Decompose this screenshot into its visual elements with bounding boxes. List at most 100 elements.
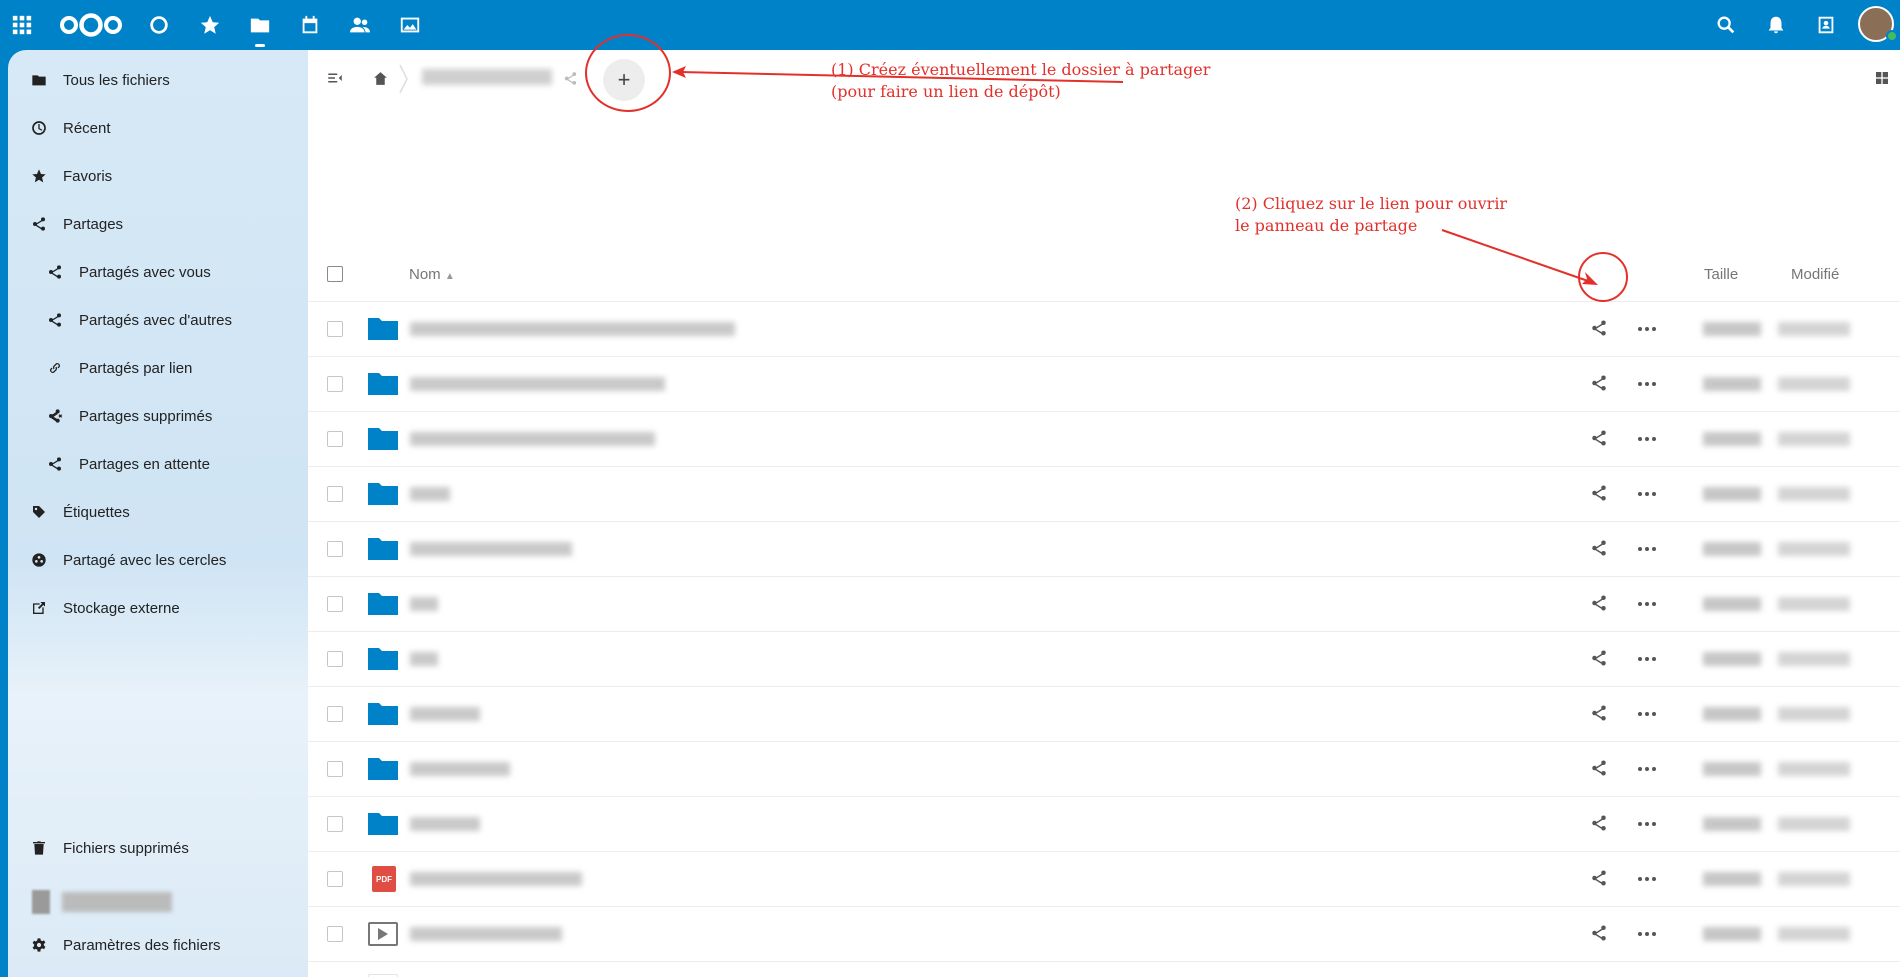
file-name-blurred[interactable] xyxy=(410,817,480,831)
calendar-icon[interactable] xyxy=(292,7,328,43)
share-icon[interactable] xyxy=(1590,539,1610,559)
file-name-blurred[interactable] xyxy=(410,652,438,666)
apps-menu-icon[interactable] xyxy=(4,7,40,43)
sidebar-item-shares[interactable]: Partages xyxy=(8,202,308,246)
more-actions-icon[interactable] xyxy=(1636,594,1658,614)
sidebar-item-circles[interactable]: Partagé avec les cercles xyxy=(8,538,308,582)
file-name-blurred[interactable] xyxy=(410,762,510,776)
row-checkbox[interactable] xyxy=(327,431,343,447)
share-icon[interactable] xyxy=(1590,594,1610,614)
sidebar-item-label: Tous les fichiers xyxy=(63,71,170,89)
file-name-blurred[interactable] xyxy=(410,872,582,886)
share-icon[interactable] xyxy=(1590,704,1610,724)
table-row[interactable] xyxy=(308,357,1900,412)
more-actions-icon[interactable] xyxy=(1636,429,1658,449)
table-row[interactable] xyxy=(308,302,1900,357)
more-actions-icon[interactable] xyxy=(1636,319,1658,339)
select-all-checkbox[interactable] xyxy=(327,266,343,282)
share-icon xyxy=(28,213,50,235)
files-icon[interactable] xyxy=(242,7,278,47)
share-icon[interactable] xyxy=(1590,924,1610,944)
contacts-menu-icon[interactable] xyxy=(1808,7,1844,43)
sidebar-item-shared-by-link[interactable]: Partagés par lien xyxy=(8,346,308,390)
share-icon[interactable] xyxy=(1590,319,1610,339)
file-name-blurred[interactable] xyxy=(410,597,438,611)
table-row[interactable] xyxy=(308,467,1900,522)
file-modified-blurred xyxy=(1778,542,1850,556)
breadcrumb-share-icon[interactable] xyxy=(559,67,581,89)
more-actions-icon[interactable] xyxy=(1636,814,1658,834)
share-icon[interactable] xyxy=(1590,484,1610,504)
file-name-blurred[interactable] xyxy=(410,927,562,941)
column-name-header[interactable]: Nom ▲ xyxy=(409,266,455,283)
file-name-blurred[interactable] xyxy=(410,377,665,391)
row-checkbox[interactable] xyxy=(327,816,343,832)
column-size-header[interactable]: Taille xyxy=(1704,266,1738,283)
favorites-star-icon[interactable] xyxy=(192,7,228,43)
tag-icon xyxy=(28,501,50,523)
more-actions-icon[interactable] xyxy=(1636,539,1658,559)
table-row[interactable] xyxy=(308,687,1900,742)
row-checkbox[interactable] xyxy=(327,486,343,502)
row-checkbox[interactable] xyxy=(327,596,343,612)
nextcloud-logo[interactable] xyxy=(58,7,124,43)
more-actions-icon[interactable] xyxy=(1636,374,1658,394)
more-actions-icon[interactable] xyxy=(1636,924,1658,944)
toggle-sidebar-icon[interactable] xyxy=(323,66,347,90)
sidebar-item-shared-with-you[interactable]: Partagés avec vous xyxy=(8,250,308,294)
sidebar-item-tags[interactable]: Étiquettes xyxy=(8,490,308,534)
table-row[interactable] xyxy=(308,522,1900,577)
share-icon[interactable] xyxy=(1590,759,1610,779)
more-actions-icon[interactable] xyxy=(1636,869,1658,889)
file-list-header: Nom ▲ Taille Modifié xyxy=(308,250,1900,302)
photos-icon[interactable] xyxy=(392,7,428,43)
sidebar-item-recent[interactable]: Récent xyxy=(8,106,308,150)
share-icon[interactable] xyxy=(1590,374,1610,394)
table-row[interactable] xyxy=(308,632,1900,687)
file-name-blurred[interactable] xyxy=(410,432,655,446)
share-icon[interactable] xyxy=(1590,429,1610,449)
row-checkbox[interactable] xyxy=(327,541,343,557)
file-name-blurred[interactable] xyxy=(410,542,572,556)
file-name-blurred[interactable] xyxy=(410,487,450,501)
table-row[interactable] xyxy=(308,797,1900,852)
sidebar-item-favorites[interactable]: Favoris xyxy=(8,154,308,198)
sidebar-item-shared-with-others[interactable]: Partagés avec d'autres xyxy=(8,298,308,342)
more-actions-icon[interactable] xyxy=(1636,759,1658,779)
search-icon[interactable] xyxy=(1708,7,1744,43)
sidebar-item-deleted-shares[interactable]: Partages supprimés xyxy=(8,394,308,438)
breadcrumb-blurred[interactable] xyxy=(422,69,552,85)
contacts-icon[interactable] xyxy=(342,7,378,43)
share-icon[interactable] xyxy=(1590,814,1610,834)
sidebar-item-pending-shares[interactable]: Partages en attente xyxy=(8,442,308,486)
file-name-blurred[interactable] xyxy=(410,322,735,336)
table-row[interactable] xyxy=(308,907,1900,962)
table-row[interactable] xyxy=(308,412,1900,467)
column-modified-header[interactable]: Modifié xyxy=(1791,266,1839,283)
file-name-blurred[interactable] xyxy=(410,707,480,721)
sidebar-item-external-storage[interactable]: Stockage externe xyxy=(8,586,308,630)
table-row[interactable] xyxy=(308,577,1900,632)
grid-view-icon[interactable] xyxy=(1870,66,1894,90)
row-checkbox[interactable] xyxy=(327,651,343,667)
files-settings-button[interactable]: Paramètres des fichiers xyxy=(8,923,308,967)
row-checkbox[interactable] xyxy=(327,376,343,392)
sidebar-item-all-files[interactable]: Tous les fichiers xyxy=(8,58,308,102)
more-actions-icon[interactable] xyxy=(1636,484,1658,504)
table-row[interactable] xyxy=(308,742,1900,797)
row-checkbox[interactable] xyxy=(327,761,343,777)
more-actions-icon[interactable] xyxy=(1636,649,1658,669)
share-icon[interactable] xyxy=(1590,869,1610,889)
table-row[interactable]: PDF xyxy=(308,852,1900,907)
row-checkbox[interactable] xyxy=(327,871,343,887)
share-icon[interactable] xyxy=(1590,649,1610,669)
dashboard-icon[interactable] xyxy=(141,7,177,43)
table-row[interactable] xyxy=(308,962,1900,977)
notifications-icon[interactable] xyxy=(1758,7,1794,43)
row-checkbox[interactable] xyxy=(327,706,343,722)
home-icon[interactable] xyxy=(368,66,392,90)
sidebar-item-trash[interactable]: Fichiers supprimés xyxy=(8,826,308,870)
more-actions-icon[interactable] xyxy=(1636,704,1658,724)
row-checkbox[interactable] xyxy=(327,321,343,337)
row-checkbox[interactable] xyxy=(327,926,343,942)
